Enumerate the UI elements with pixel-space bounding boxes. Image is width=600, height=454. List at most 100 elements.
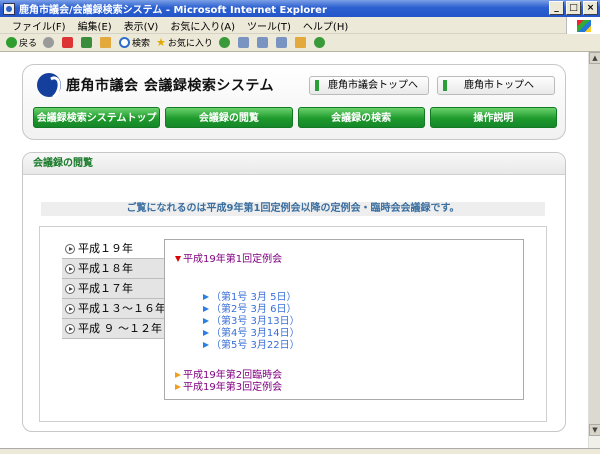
nav-system-top[interactable]: 会議録検索システムトップ [33, 107, 161, 128]
search-label: 検索 [132, 39, 151, 49]
favorites-label: お気に入り [167, 39, 213, 49]
issue-label: （第4号 3月14日） [211, 328, 300, 339]
year-label: 平成 ９ ～１２年 [78, 322, 162, 335]
page-content: 鹿角市議会 会議録検索システム 鹿角市議会トップへ 鹿角市トップへ 会議録検索シ… [0, 52, 588, 448]
edit-button[interactable] [275, 37, 289, 48]
issue-label: （第3号 3月13日） [211, 316, 300, 327]
city-top-label: 鹿角市トップへ [464, 80, 534, 91]
play-circle-icon [65, 304, 75, 314]
back-button[interactable]: 戻る [6, 36, 37, 49]
vertical-scrollbar[interactable]: ▲ ▼ [588, 52, 600, 448]
issue-link-3[interactable]: （第3号 3月13日） [203, 316, 300, 328]
issue-list: （第1号 3月 5日） （第2号 3月 6日） （第3号 3月13日） （第4号… [203, 292, 300, 352]
star-icon: ★ [156, 36, 166, 49]
issue-link-1[interactable]: （第1号 3月 5日） [203, 292, 300, 304]
arrow-right-icon [203, 342, 209, 348]
messenger-button[interactable] [313, 37, 327, 48]
city-top-link[interactable]: 鹿角市トップへ [437, 76, 555, 95]
scroll-thumb[interactable] [589, 64, 600, 424]
green-bar-icon [443, 80, 447, 91]
messenger-icon [313, 37, 325, 48]
city-logo-icon [37, 73, 61, 97]
close-button[interactable]: × [583, 1, 598, 15]
play-circle-icon [65, 324, 75, 334]
mail-icon [237, 37, 249, 48]
ie-app-icon [3, 2, 15, 15]
nav-search[interactable]: 会議録の検索 [297, 107, 425, 128]
session-link-1[interactable]: 平成19年第1回定例会 [175, 250, 282, 265]
history-icon [218, 37, 230, 48]
session-label: 平成19年第3回定例会 [183, 382, 283, 393]
year-label: 平成１７年 [78, 282, 133, 295]
issue-link-5[interactable]: （第5号 3月22日） [203, 340, 300, 352]
print-button[interactable] [256, 37, 270, 48]
menu-edit[interactable]: 編集(E) [78, 18, 112, 33]
menu-file[interactable]: ファイル(F) [12, 18, 66, 33]
menu-tools[interactable]: ツール(T) [247, 18, 291, 33]
collapsed-triangle-icon [175, 384, 181, 390]
year-label: 平成１３～１６年 [78, 302, 166, 315]
nav-browse[interactable]: 会議録の閲覧 [165, 107, 293, 128]
expanded-triangle-icon [175, 256, 181, 262]
site-title: 鹿角市議会 会議録検索システム [66, 78, 274, 94]
session-link-3[interactable]: 平成19年第3回定例会 [175, 378, 282, 393]
play-circle-icon [65, 244, 75, 254]
stop-icon [62, 37, 74, 48]
issue-link-4[interactable]: （第4号 3月14日） [203, 328, 300, 340]
arrow-right-icon [203, 330, 209, 336]
menu-favorites[interactable]: お気に入り(A) [170, 18, 235, 33]
back-arrow-icon [6, 37, 17, 48]
scroll-down-icon[interactable]: ▼ [589, 424, 600, 436]
refresh-button[interactable] [81, 37, 94, 48]
menu-view[interactable]: 表示(V) [124, 18, 159, 33]
year-list: 平成１９年 平成１８年 平成１７年 平成１３～１６年 平成 ９ ～１２年 [62, 239, 166, 339]
year-label: 平成１８年 [78, 262, 133, 275]
back-label: 戻る [19, 39, 38, 49]
menu-help[interactable]: ヘルプ(H) [303, 18, 348, 33]
session-panel: 平成19年第1回定例会 （第1号 3月 5日） （第2号 3月 6日） （第3号… [164, 239, 524, 400]
year-tab-h13-16[interactable]: 平成１３～１６年 [62, 299, 166, 319]
issue-link-2[interactable]: （第2号 3月 6日） [203, 304, 300, 316]
play-circle-icon [65, 284, 75, 294]
browse-panel: 平成１９年 平成１８年 平成１７年 平成１３～１６年 平成 ９ ～１２年 平成1… [39, 226, 547, 422]
search-icon [119, 37, 131, 48]
section-heading: 会議録の閲覧 [23, 153, 565, 175]
window-controls: _ □ × [549, 1, 598, 15]
search-button[interactable]: 検索 [119, 36, 150, 49]
green-bar-icon [315, 80, 319, 91]
browse-section: 会議録の閲覧 ご覧になれるのは平成9年第1回定例会以降の定例会・臨時会会議録です… [22, 152, 566, 432]
council-top-link[interactable]: 鹿角市議会トップへ [309, 76, 429, 95]
window-title-bar: 鹿角市議会/会議録検索システム - Microsoft Internet Exp… [0, 0, 600, 17]
year-tab-h19[interactable]: 平成１９年 [62, 239, 164, 259]
print-icon [256, 37, 268, 48]
home-button[interactable] [100, 37, 113, 48]
maximize-button[interactable]: □ [566, 1, 581, 15]
history-button[interactable] [218, 37, 232, 48]
minimize-button[interactable]: _ [549, 1, 564, 15]
year-tab-h9-12[interactable]: 平成 ９ ～１２年 [62, 319, 164, 339]
mail-button[interactable] [237, 37, 251, 48]
favorites-button[interactable]: ★ お気に入り [156, 36, 213, 49]
council-top-label: 鹿角市議会トップへ [328, 80, 418, 91]
arrow-right-icon [203, 318, 209, 324]
main-nav: 会議録検索システムトップ 会議録の閲覧 会議録の検索 操作説明 [33, 107, 557, 128]
edit-icon [275, 37, 287, 48]
session-label: 平成19年第1回定例会 [183, 254, 283, 265]
stop-button[interactable] [62, 37, 75, 48]
availability-notice: ご覧になれるのは平成9年第1回定例会以降の定例会・臨時会会議録です。 [41, 202, 545, 216]
folder-button[interactable] [294, 37, 308, 48]
site-header: 鹿角市議会 会議録検索システム 鹿角市議会トップへ 鹿角市トップへ 会議録検索シ… [22, 64, 566, 140]
scroll-up-icon[interactable]: ▲ [589, 52, 600, 64]
menu-bar: ファイル(F) 編集(E) 表示(V) お気に入り(A) ツール(T) ヘルプ(… [0, 17, 600, 34]
arrow-right-icon [203, 306, 209, 312]
home-icon [100, 37, 112, 48]
forward-arrow-icon [43, 37, 55, 48]
forward-button[interactable] [43, 37, 56, 48]
year-tab-h17[interactable]: 平成１７年 [62, 279, 164, 299]
year-label: 平成１９年 [78, 242, 133, 255]
year-tab-h18[interactable]: 平成１８年 [62, 259, 164, 279]
status-bar [0, 448, 600, 454]
folder-icon [294, 37, 306, 48]
windows-logo-icon [566, 17, 600, 34]
nav-help[interactable]: 操作説明 [429, 107, 557, 128]
